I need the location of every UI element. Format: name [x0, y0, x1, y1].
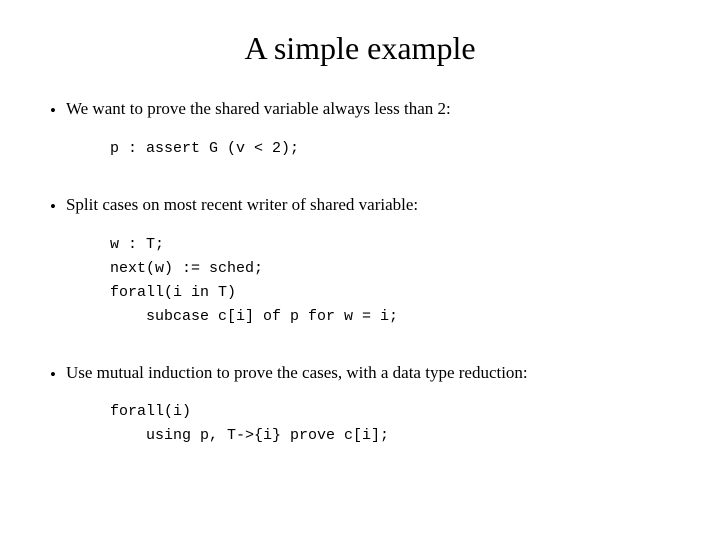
bullet-section-3: • Use mutual induction to prove the case… [50, 361, 670, 459]
bullet-text-1: We want to prove the shared variable alw… [66, 97, 451, 121]
bullet-text-2: Split cases on most recent writer of sha… [66, 193, 418, 217]
bullet-point-2: • Split cases on most recent writer of s… [50, 193, 670, 219]
bullet-point-3: • Use mutual induction to prove the case… [50, 361, 670, 387]
code-block-1: p : assert G (v < 2); [110, 137, 670, 161]
code-block-3: forall(i) using p, T->{i} prove c[i]; [110, 400, 670, 448]
slide-title: A simple example [50, 30, 670, 67]
slide: A simple example • We want to prove the … [0, 0, 720, 540]
bullet-dot-3: • [50, 363, 56, 387]
bullet-point-1: • We want to prove the shared variable a… [50, 97, 670, 123]
bullet-section-2: • Split cases on most recent writer of s… [50, 193, 670, 339]
bullet-section-1: • We want to prove the shared variable a… [50, 97, 670, 171]
bullet-dot-2: • [50, 195, 56, 219]
bullet-dot-1: • [50, 99, 56, 123]
code-block-2: w : T; next(w) := sched; forall(i in T) … [110, 233, 670, 329]
bullet-text-3: Use mutual induction to prove the cases,… [66, 361, 528, 385]
